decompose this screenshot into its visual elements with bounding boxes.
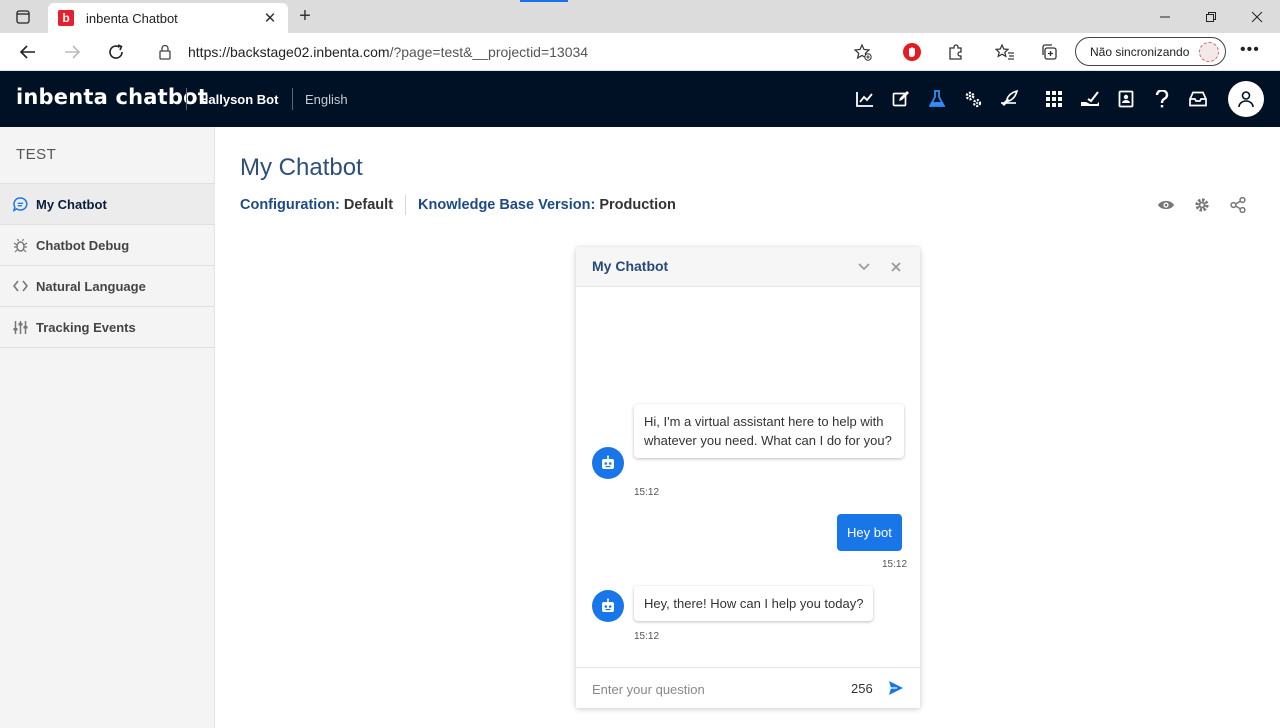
settings-icon[interactable] bbox=[962, 88, 984, 110]
sync-status-button[interactable]: Não sincronizando bbox=[1075, 37, 1226, 66]
chat-input-bar: Enter your question 256 bbox=[576, 667, 920, 708]
page-title: My Chatbot bbox=[240, 154, 363, 181]
sliders-icon bbox=[12, 319, 28, 335]
sidebar-item-label: Chatbot Debug bbox=[36, 237, 130, 253]
language-selector[interactable]: English bbox=[305, 92, 348, 107]
url-text: https://backstage02.inbenta.com/?page=te… bbox=[188, 44, 589, 60]
extensions-puzzle-icon[interactable] bbox=[945, 41, 967, 63]
help-icon[interactable] bbox=[1151, 88, 1173, 110]
minimize-chat-icon[interactable] bbox=[856, 259, 872, 275]
profile-avatar-icon bbox=[1199, 42, 1219, 62]
sidebar-item-chatbot-debug[interactable]: Chatbot Debug bbox=[0, 225, 215, 266]
analytics-icon[interactable] bbox=[854, 88, 876, 110]
chat-widget: My Chatbot Hi, I'm a virtual assistant h… bbox=[576, 247, 920, 708]
question-input[interactable]: Enter your question bbox=[592, 682, 705, 697]
bot-avatar-icon bbox=[592, 447, 624, 479]
header-divider bbox=[186, 88, 187, 110]
bot-avatar-icon bbox=[592, 590, 624, 622]
url-field[interactable]: https://backstage02.inbenta.com/?page=te… bbox=[146, 37, 882, 67]
browser-tab[interactable]: b inbenta Chatbot ✕ bbox=[48, 3, 288, 33]
collections-icon[interactable] bbox=[1038, 41, 1060, 63]
char-counter: 256 bbox=[851, 681, 873, 696]
book-icon[interactable] bbox=[1115, 88, 1137, 110]
code-icon bbox=[12, 278, 28, 294]
tab-title: inbenta Chatbot bbox=[86, 10, 178, 26]
share-icon[interactable] bbox=[1229, 196, 1247, 214]
sync-label: Não sincronizando bbox=[1090, 44, 1190, 59]
tab-actions-icon[interactable] bbox=[0, 0, 46, 33]
edit-icon[interactable] bbox=[890, 88, 912, 110]
sidebar-item-label: Tracking Events bbox=[36, 319, 136, 335]
more-options-icon[interactable]: ••• bbox=[1240, 41, 1260, 59]
gear-icon[interactable] bbox=[1193, 196, 1211, 214]
chat-title: My Chatbot bbox=[592, 258, 669, 274]
user-icon[interactable] bbox=[1228, 81, 1264, 117]
minimize-icon[interactable] bbox=[1142, 0, 1188, 33]
message-timestamp: 15:12 bbox=[634, 631, 660, 642]
app-header: inbenta chatbot Hallyson Bot English bbox=[0, 71, 1280, 127]
sidebar-item-label: Natural Language bbox=[36, 278, 146, 294]
add-favorite-icon[interactable] bbox=[853, 43, 872, 66]
address-toolbar: https://backstage02.inbenta.com/?page=te… bbox=[0, 33, 1280, 71]
tab-close-icon[interactable]: ✕ bbox=[262, 9, 278, 27]
sidebar-item-natural-language[interactable]: Natural Language bbox=[0, 266, 215, 307]
inbenta-logo: inbenta chatbot bbox=[16, 85, 208, 109]
sidebar-item-tracking-events[interactable]: Tracking Events bbox=[0, 307, 215, 348]
sidebar-menu: My Chatbot Chatbot Debug Natural Languag… bbox=[0, 183, 215, 348]
apps-icon[interactable] bbox=[1043, 88, 1065, 110]
close-chat-icon[interactable] bbox=[888, 259, 904, 275]
configuration-label: Configuration: bbox=[240, 197, 340, 213]
send-icon[interactable] bbox=[888, 680, 906, 698]
user-message: Hey bot bbox=[837, 514, 902, 551]
header-divider bbox=[292, 88, 293, 110]
service-icon[interactable] bbox=[1079, 88, 1101, 110]
deploy-icon[interactable] bbox=[998, 88, 1020, 110]
chat-header: My Chatbot bbox=[576, 247, 920, 287]
config-divider bbox=[405, 195, 407, 215]
configuration-value[interactable]: Default bbox=[344, 197, 393, 213]
bot-message: Hey, there! How can I help you today? bbox=[634, 586, 874, 621]
lock-icon bbox=[158, 44, 172, 65]
preview-eye-icon[interactable] bbox=[1157, 196, 1175, 214]
browser-tab-bar: b inbenta Chatbot ✕ + bbox=[0, 0, 1280, 33]
favorites-icon[interactable] bbox=[994, 41, 1016, 63]
bug-icon bbox=[12, 237, 28, 253]
sidebar: TEST My Chatbot Chatbot Debug Natural La… bbox=[0, 127, 215, 728]
close-window-icon[interactable] bbox=[1234, 0, 1280, 33]
system-indicator bbox=[520, 0, 568, 2]
sidebar-title: TEST bbox=[16, 146, 57, 163]
kb-version-label: Knowledge Base Version: bbox=[418, 197, 596, 213]
message-timestamp: 15:12 bbox=[634, 487, 660, 498]
favicon-icon: b bbox=[58, 10, 74, 26]
restore-icon[interactable] bbox=[1188, 0, 1234, 33]
sidebar-item-my-chatbot[interactable]: My Chatbot bbox=[0, 184, 215, 225]
reload-icon[interactable] bbox=[101, 37, 131, 67]
config-info: Configuration: Default Knowledge Base Ve… bbox=[240, 195, 676, 215]
back-icon[interactable] bbox=[13, 37, 43, 67]
chat-icon bbox=[12, 196, 28, 212]
sidebar-item-label: My Chatbot bbox=[36, 196, 107, 212]
kb-version-value[interactable]: Production bbox=[599, 197, 676, 213]
bot-message: Hi, I'm a virtual assistant here to help… bbox=[634, 404, 904, 458]
forward-icon[interactable] bbox=[57, 37, 87, 67]
inbox-icon[interactable] bbox=[1187, 88, 1209, 110]
message-timestamp: 15:12 bbox=[882, 559, 908, 570]
flask-icon[interactable] bbox=[926, 88, 948, 110]
bot-name[interactable]: Hallyson Bot bbox=[199, 92, 278, 107]
extension-shield-icon[interactable] bbox=[901, 41, 923, 63]
new-tab-icon[interactable]: + bbox=[292, 5, 318, 27]
